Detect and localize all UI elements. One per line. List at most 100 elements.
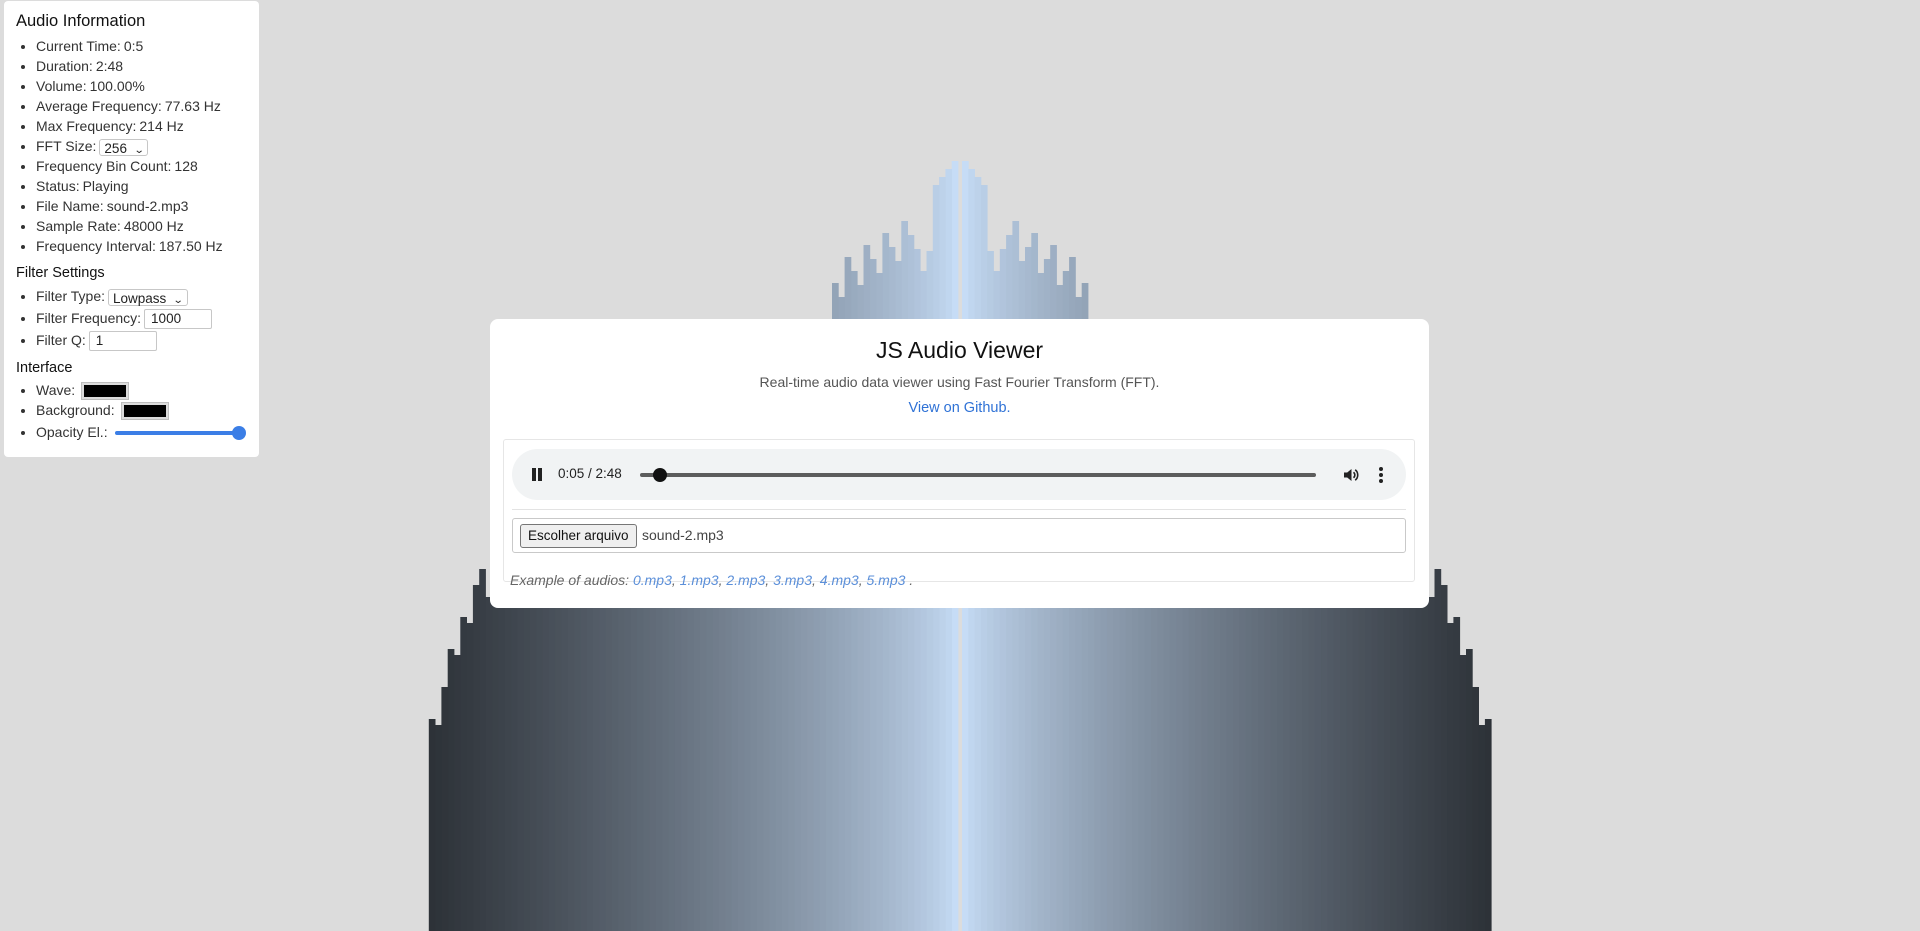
audio-player: 0:05 / 2:48 xyxy=(512,449,1406,500)
example-link-1[interactable]: 1.mp3 xyxy=(680,572,719,588)
example-link-2[interactable]: 2.mp3 xyxy=(726,572,765,588)
info-max-frequency: Max Frequency:214 Hz xyxy=(36,116,247,136)
seek-bar[interactable] xyxy=(640,468,1316,482)
spectrum-bar xyxy=(1365,569,1372,931)
example-link-5[interactable]: 5.mp3 xyxy=(866,572,905,588)
info-frequency-interval: Frequency Interval:187.50 Hz xyxy=(36,236,247,256)
spectrum-bar xyxy=(680,551,688,931)
audio-info-title: Audio Information xyxy=(16,12,146,30)
spectrum-bar xyxy=(523,589,530,931)
spectrum-bar xyxy=(517,561,524,931)
info-fft-size: FFT Size:256⌄ xyxy=(36,136,247,156)
spectrum-bar xyxy=(454,655,461,931)
example-link-3[interactable]: 3.mp3 xyxy=(773,572,812,588)
spectrum-bar xyxy=(498,565,505,931)
spectrum-bar xyxy=(1340,593,1347,931)
spectrum-bar xyxy=(1346,565,1353,931)
chevron-down-icon: ⌄ xyxy=(173,294,184,306)
spectrum-bar xyxy=(1327,557,1335,931)
spectrum-bar xyxy=(592,583,600,931)
page-title: JS Audio Viewer xyxy=(875,337,1044,363)
info-value: 187.50 Hz xyxy=(158,238,223,254)
spectrum-bar xyxy=(548,569,556,931)
spectrum-bar xyxy=(1283,563,1290,931)
spectrum-bar xyxy=(674,569,682,931)
spectrum-bar xyxy=(611,573,619,931)
examples-prefix: Example of audios: xyxy=(510,572,633,588)
spectrum-bar xyxy=(428,719,436,931)
spectrum-bar xyxy=(598,565,606,931)
wave-color-picker[interactable] xyxy=(81,382,130,401)
info-value: 0:5 xyxy=(123,38,144,54)
background-color-picker[interactable] xyxy=(120,402,169,421)
spectrum-bar xyxy=(447,649,455,931)
spectrum-bar xyxy=(1314,565,1322,931)
spectrum-bar xyxy=(693,559,701,931)
wave-color-row: Wave: xyxy=(36,380,247,401)
info-status: Status:Playing xyxy=(36,176,247,196)
pause-icon[interactable] xyxy=(531,468,543,481)
spectrum-bar xyxy=(561,581,568,931)
spectrum-bar xyxy=(504,593,512,931)
info-file-name: File Name:sound-2.mp3 xyxy=(36,196,247,216)
spectrum-bar xyxy=(1377,601,1385,931)
interface-list: Wave: Background: Opacity El.: xyxy=(16,380,247,444)
filter-q-row: Filter Q:1 xyxy=(36,329,247,352)
info-sample-rate: Sample Rate:48000 Hz xyxy=(36,216,247,236)
spectrum-bar xyxy=(580,575,587,931)
spectrum-bar xyxy=(1403,577,1410,931)
info-value: 100.00% xyxy=(89,78,145,94)
filter-frequency-row: Filter Frequency:1000 xyxy=(36,307,247,330)
spectrum-bar xyxy=(1289,581,1297,931)
filter-frequency-input[interactable]: 1000 xyxy=(144,309,213,330)
example-link-0[interactable]: 0.mp3 xyxy=(633,572,672,588)
divider xyxy=(512,509,1406,510)
filter-type-select[interactable]: Lowpass ⌄ xyxy=(108,288,188,306)
spectrum-bar xyxy=(1472,687,1479,931)
info-value: 214 Hz xyxy=(139,118,184,134)
info-volume: Volume:100.00% xyxy=(36,76,247,96)
github-link[interactable]: View on Github. xyxy=(908,400,1010,416)
spectrum-bar xyxy=(1308,591,1316,931)
more-vert-icon[interactable] xyxy=(1378,466,1384,484)
spectrum-bar xyxy=(1396,561,1404,931)
spectrum-bar xyxy=(586,557,593,931)
filter-settings-title: Filter Settings xyxy=(16,265,105,281)
opacity-slider-thumb[interactable] xyxy=(231,426,246,441)
spectrum-bar xyxy=(542,585,549,931)
spectrum-bar xyxy=(1434,569,1442,931)
spectrum-bar xyxy=(573,593,581,931)
spectrum-bar xyxy=(605,591,612,931)
opacity-slider[interactable] xyxy=(114,426,246,441)
fft-size-select[interactable]: 256 ⌄ xyxy=(99,138,149,156)
spectrum-bar xyxy=(1484,719,1492,931)
spectrum-bar xyxy=(1270,571,1278,931)
example-link-4[interactable]: 4.mp3 xyxy=(820,572,859,588)
info-frequency-bin-count: Frequency Bin Count:128 xyxy=(36,156,247,176)
spectrum-bar xyxy=(1220,559,1227,931)
player-container: 0:05 / 2:48 Escolher arquivo sound-2.mp3 xyxy=(503,439,1415,582)
spectrum-bar xyxy=(1478,725,1486,931)
spectrum-bar xyxy=(1333,575,1341,931)
filter-q-input[interactable]: 1 xyxy=(88,331,157,352)
chevron-down-icon: ⌄ xyxy=(133,144,145,156)
page-subtitle: Real-time audio data viewer using Fast F… xyxy=(759,374,1160,390)
spectrum-bar xyxy=(1415,565,1423,931)
spectrum-bar xyxy=(435,725,442,931)
info-current-time: Current Time:0:5 xyxy=(36,36,247,56)
spectrum-bar xyxy=(554,597,562,931)
info-average-frequency: Average Frequency:77.63 Hz xyxy=(36,96,247,116)
choose-file-button[interactable]: Escolher arquivo xyxy=(520,524,637,548)
seek-thumb[interactable] xyxy=(653,468,668,482)
spectrum-bar xyxy=(1295,555,1303,931)
player-time: 0:05 / 2:48 xyxy=(558,466,622,481)
spectrum-bar xyxy=(441,687,449,931)
volume-icon[interactable] xyxy=(1342,466,1360,484)
spectrum-bar xyxy=(472,585,480,931)
main-card: JS Audio Viewer Real-time audio data vie… xyxy=(490,319,1429,608)
spectrum-bar xyxy=(1358,597,1366,931)
spectrum-bar xyxy=(630,563,638,931)
info-value: 128 xyxy=(174,158,198,174)
spectrum-bar xyxy=(624,581,631,931)
spectrum-bar xyxy=(643,571,650,931)
